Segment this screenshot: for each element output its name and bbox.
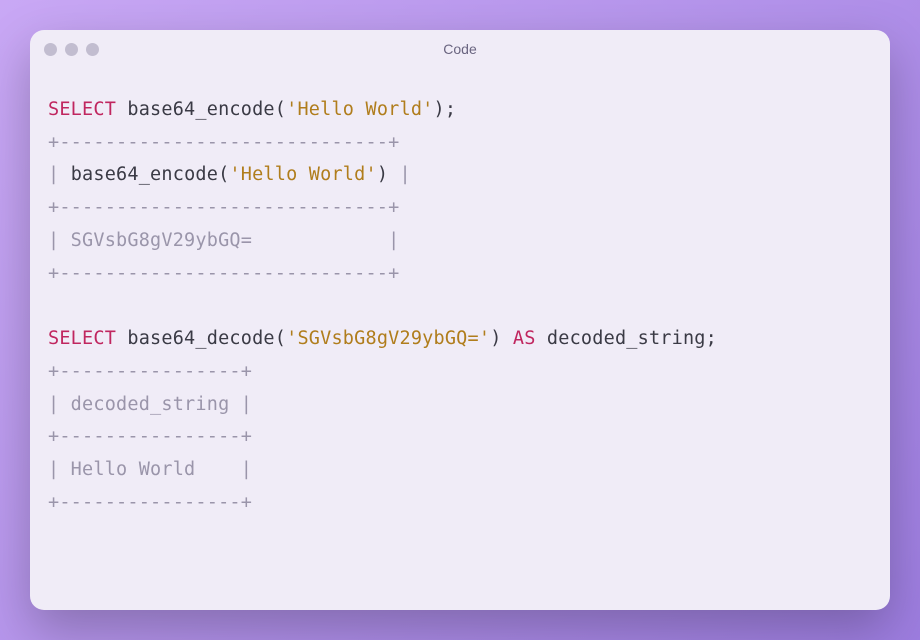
table-row: | Hello World |: [48, 459, 252, 480]
close-icon[interactable]: [44, 43, 57, 56]
table-border: +----------------+: [48, 426, 252, 447]
keyword-as: AS: [513, 328, 536, 349]
column-header-fn: base64_encode(: [71, 164, 230, 185]
titlebar: Code: [30, 30, 890, 68]
code-window: Code SELECT base64_encode('Hello World')…: [30, 30, 890, 610]
table-border: +-----------------------------+: [48, 132, 399, 153]
table-border: +----------------+: [48, 492, 252, 513]
keyword-select: SELECT: [48, 99, 116, 120]
string-literal: 'SGVsbG8gV29ybGQ=': [286, 328, 490, 349]
function-call: base64_encode(: [116, 99, 286, 120]
statement-tail: );: [434, 99, 457, 120]
keyword-select: SELECT: [48, 328, 116, 349]
table-border: +-----------------------------+: [48, 263, 399, 284]
minimize-icon[interactable]: [65, 43, 78, 56]
window-controls: [44, 43, 99, 56]
string-literal: 'Hello World': [286, 99, 433, 120]
table-row: | decoded_string |: [48, 394, 252, 415]
close-paren: ): [490, 328, 513, 349]
alias: decoded_string;: [536, 328, 717, 349]
function-call: base64_decode(: [116, 328, 286, 349]
table-row: | SGVsbG8gV29ybGQ= |: [48, 230, 399, 251]
window-title: Code: [30, 41, 890, 57]
code-content: SELECT base64_encode('Hello World'); +--…: [30, 68, 890, 610]
table-pipe: |: [388, 164, 411, 185]
column-header-close: ): [377, 164, 388, 185]
table-pipe: |: [48, 164, 71, 185]
column-header-str: 'Hello World': [229, 164, 376, 185]
maximize-icon[interactable]: [86, 43, 99, 56]
table-border: +----------------+: [48, 361, 252, 382]
table-border: +-----------------------------+: [48, 197, 399, 218]
